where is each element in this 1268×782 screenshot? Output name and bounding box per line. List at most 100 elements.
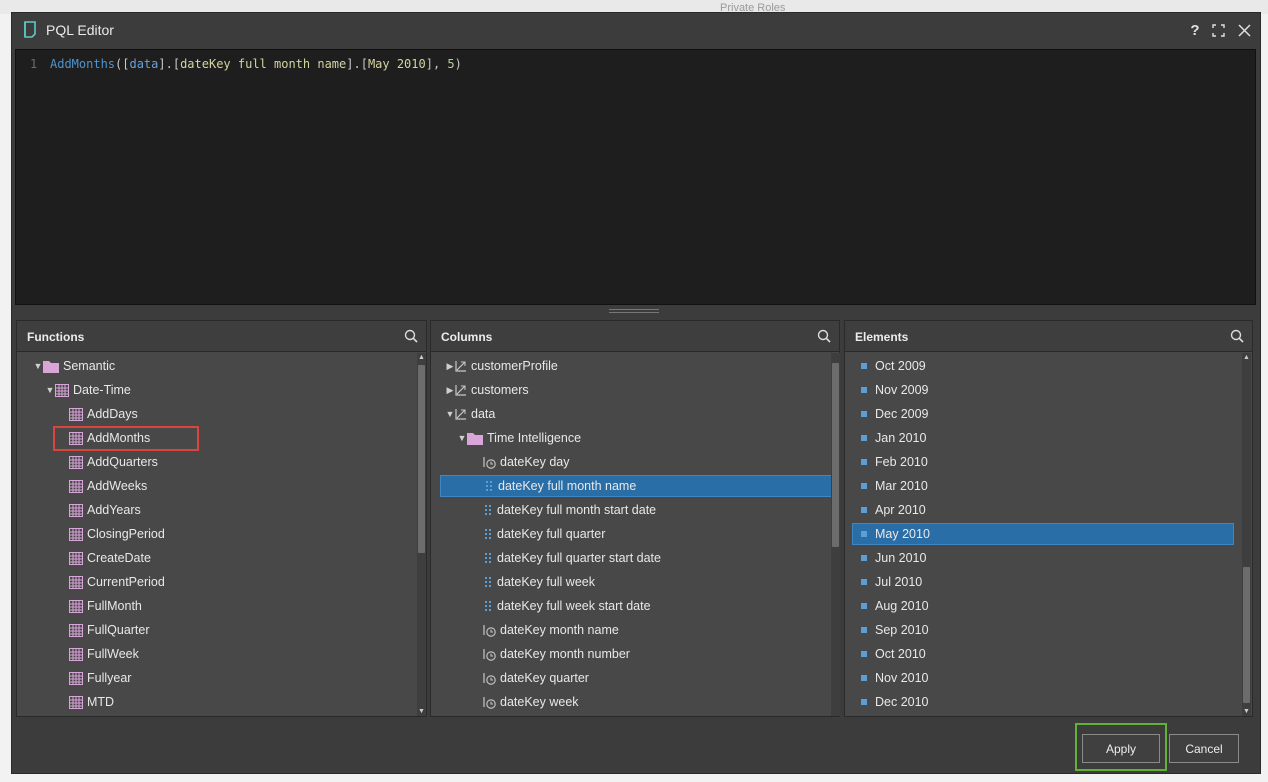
function-tree-item[interactable]: FullMonth: [69, 595, 142, 617]
function-tree-item[interactable]: FullQuarter: [69, 619, 150, 641]
search-icon[interactable]: [817, 329, 831, 343]
caret-right-icon[interactable]: ▶: [445, 385, 455, 395]
item-label: AddQuarters: [87, 455, 158, 469]
element-list-item[interactable]: May 2010: [852, 523, 1234, 545]
element-list-item[interactable]: Aug 2010: [861, 595, 929, 617]
attribute-icon: [485, 577, 491, 587]
member-bullet-icon: [861, 651, 867, 657]
column-tree-item[interactable]: dateKey full quarter start date: [483, 547, 661, 569]
element-list-item[interactable]: Mar 2010: [861, 475, 928, 497]
elements-scroll-thumb[interactable]: [1243, 567, 1250, 703]
folder-icon: [467, 432, 483, 445]
elements-panel: Elements Oct 2009 Nov 2009 Dec 2009 Jan 201…: [844, 320, 1253, 717]
element-list-item[interactable]: Apr 2010: [861, 499, 926, 521]
code-token: ): [454, 57, 462, 71]
column-tree-item[interactable]: dateKey quarter: [483, 667, 589, 689]
table-icon: [69, 623, 83, 637]
element-list-item[interactable]: Jun 2010: [861, 547, 926, 569]
table-icon: [69, 503, 83, 517]
member-bullet-icon: [861, 579, 867, 585]
item-label: Apr 2010: [875, 503, 926, 517]
scroll-up-icon[interactable]: ▲: [417, 353, 426, 362]
code-line[interactable]: AddMonths([data].[dateKey full month nam…: [50, 57, 462, 71]
apply-button[interactable]: Apply: [1082, 734, 1160, 763]
close-button[interactable]: [1234, 20, 1254, 40]
column-tree-item[interactable]: dateKey week: [483, 691, 579, 713]
member-bullet-icon: [861, 411, 867, 417]
function-tree-item[interactable]: AddDays: [69, 403, 138, 425]
help-button[interactable]: ?: [1185, 20, 1205, 40]
column-tree-item[interactable]: dateKey full week start date: [483, 595, 651, 617]
caret-down-icon[interactable]: ▼: [33, 361, 43, 371]
item-label: Jul 2010: [875, 575, 923, 589]
code-token: May 2010: [367, 57, 426, 71]
column-tree-item[interactable]: ▶ customerProfile: [445, 355, 558, 377]
function-tree-item[interactable]: ▼ Date-Time: [45, 379, 131, 401]
columns-scroll-thumb[interactable]: [832, 363, 839, 547]
item-label: dateKey month number: [500, 647, 630, 661]
element-list-item[interactable]: Nov 2009: [861, 379, 929, 401]
caret-down-icon[interactable]: ▼: [45, 385, 55, 395]
item-label: Semantic: [63, 359, 116, 373]
column-tree-item[interactable]: dateKey full quarter: [483, 523, 605, 545]
element-list-item[interactable]: Oct 2009: [861, 355, 926, 377]
column-tree-item[interactable]: dateKey full month name: [440, 475, 832, 497]
column-tree-item[interactable]: ▶ customers: [445, 379, 529, 401]
element-list-item[interactable]: Dec 2009: [861, 403, 929, 425]
function-tree-item[interactable]: FullWeek: [69, 643, 139, 665]
scroll-down-icon[interactable]: ▼: [417, 707, 426, 716]
element-list-item[interactable]: Jul 2010: [861, 571, 922, 593]
column-tree-item[interactable]: dateKey full month start date: [483, 499, 656, 521]
dialog-titlebar: PQL Editor ?: [12, 13, 1260, 46]
table-icon: [69, 551, 83, 565]
function-tree-item[interactable]: AddQuarters: [69, 451, 158, 473]
column-tree-item[interactable]: dateKey month name: [483, 619, 619, 641]
cancel-button[interactable]: Cancel: [1169, 734, 1239, 763]
element-list-item[interactable]: Dec 2010: [861, 691, 929, 713]
function-tree-item[interactable]: AddYears: [69, 499, 141, 521]
column-tree-item[interactable]: dateKey full week: [483, 571, 595, 593]
item-label: dateKey full quarter start date: [497, 551, 661, 565]
elements-scrollbar[interactable]: ▲ ▼: [1242, 353, 1251, 716]
maximize-button[interactable]: [1208, 20, 1228, 40]
item-label: dateKey full month name: [498, 479, 637, 493]
function-tree-item[interactable]: ▼ Semantic: [33, 355, 116, 377]
search-icon[interactable]: [404, 329, 418, 343]
item-label: Oct 2009: [875, 359, 926, 373]
function-tree-item[interactable]: MTD: [69, 691, 114, 713]
resize-splitter[interactable]: [609, 309, 659, 313]
columns-scrollbar[interactable]: [831, 353, 840, 716]
function-tree-item[interactable]: ClosingPeriod: [69, 523, 165, 545]
item-label: Nov 2009: [875, 383, 929, 397]
search-icon[interactable]: [1230, 329, 1244, 343]
function-tree-item[interactable]: CurrentPeriod: [69, 571, 165, 593]
column-tree-item[interactable]: ▼ data: [445, 403, 496, 425]
attribute-icon: [486, 481, 492, 491]
table-icon: [69, 647, 83, 661]
attribute-icon: [485, 553, 491, 563]
element-list-item[interactable]: Oct 2010: [861, 643, 926, 665]
member-bullet-icon: [861, 531, 867, 537]
folder-icon: [43, 360, 59, 373]
code-editor[interactable]: 1 AddMonths([data].[dateKey full month n…: [15, 49, 1256, 305]
scroll-down-icon[interactable]: ▼: [1242, 707, 1251, 716]
element-list-item[interactable]: Nov 2010: [861, 667, 929, 689]
column-tree-item[interactable]: ▼ Time Intelligence: [457, 427, 582, 449]
item-label: MTD: [87, 695, 115, 709]
functions-scroll-thumb[interactable]: [418, 365, 425, 553]
element-list-item[interactable]: Sep 2010: [861, 619, 929, 641]
function-tree-item[interactable]: Fullyear: [69, 667, 131, 689]
item-label: dateKey full month start date: [497, 503, 657, 517]
column-tree-item[interactable]: dateKey day: [483, 451, 570, 473]
caret-right-icon[interactable]: ▶: [445, 361, 455, 371]
element-list-item[interactable]: Feb 2010: [861, 451, 928, 473]
scroll-up-icon[interactable]: ▲: [1242, 353, 1251, 362]
functions-scrollbar[interactable]: ▲ ▼: [417, 353, 426, 716]
caret-down-icon[interactable]: ▼: [445, 409, 455, 419]
element-list-item[interactable]: Jan 2010: [861, 427, 926, 449]
caret-down-icon[interactable]: ▼: [457, 433, 467, 443]
column-tree-item[interactable]: dateKey month number: [483, 643, 630, 665]
function-tree-item[interactable]: CreateDate: [69, 547, 151, 569]
dimension-icon: [455, 385, 466, 396]
function-tree-item[interactable]: AddWeeks: [69, 475, 147, 497]
